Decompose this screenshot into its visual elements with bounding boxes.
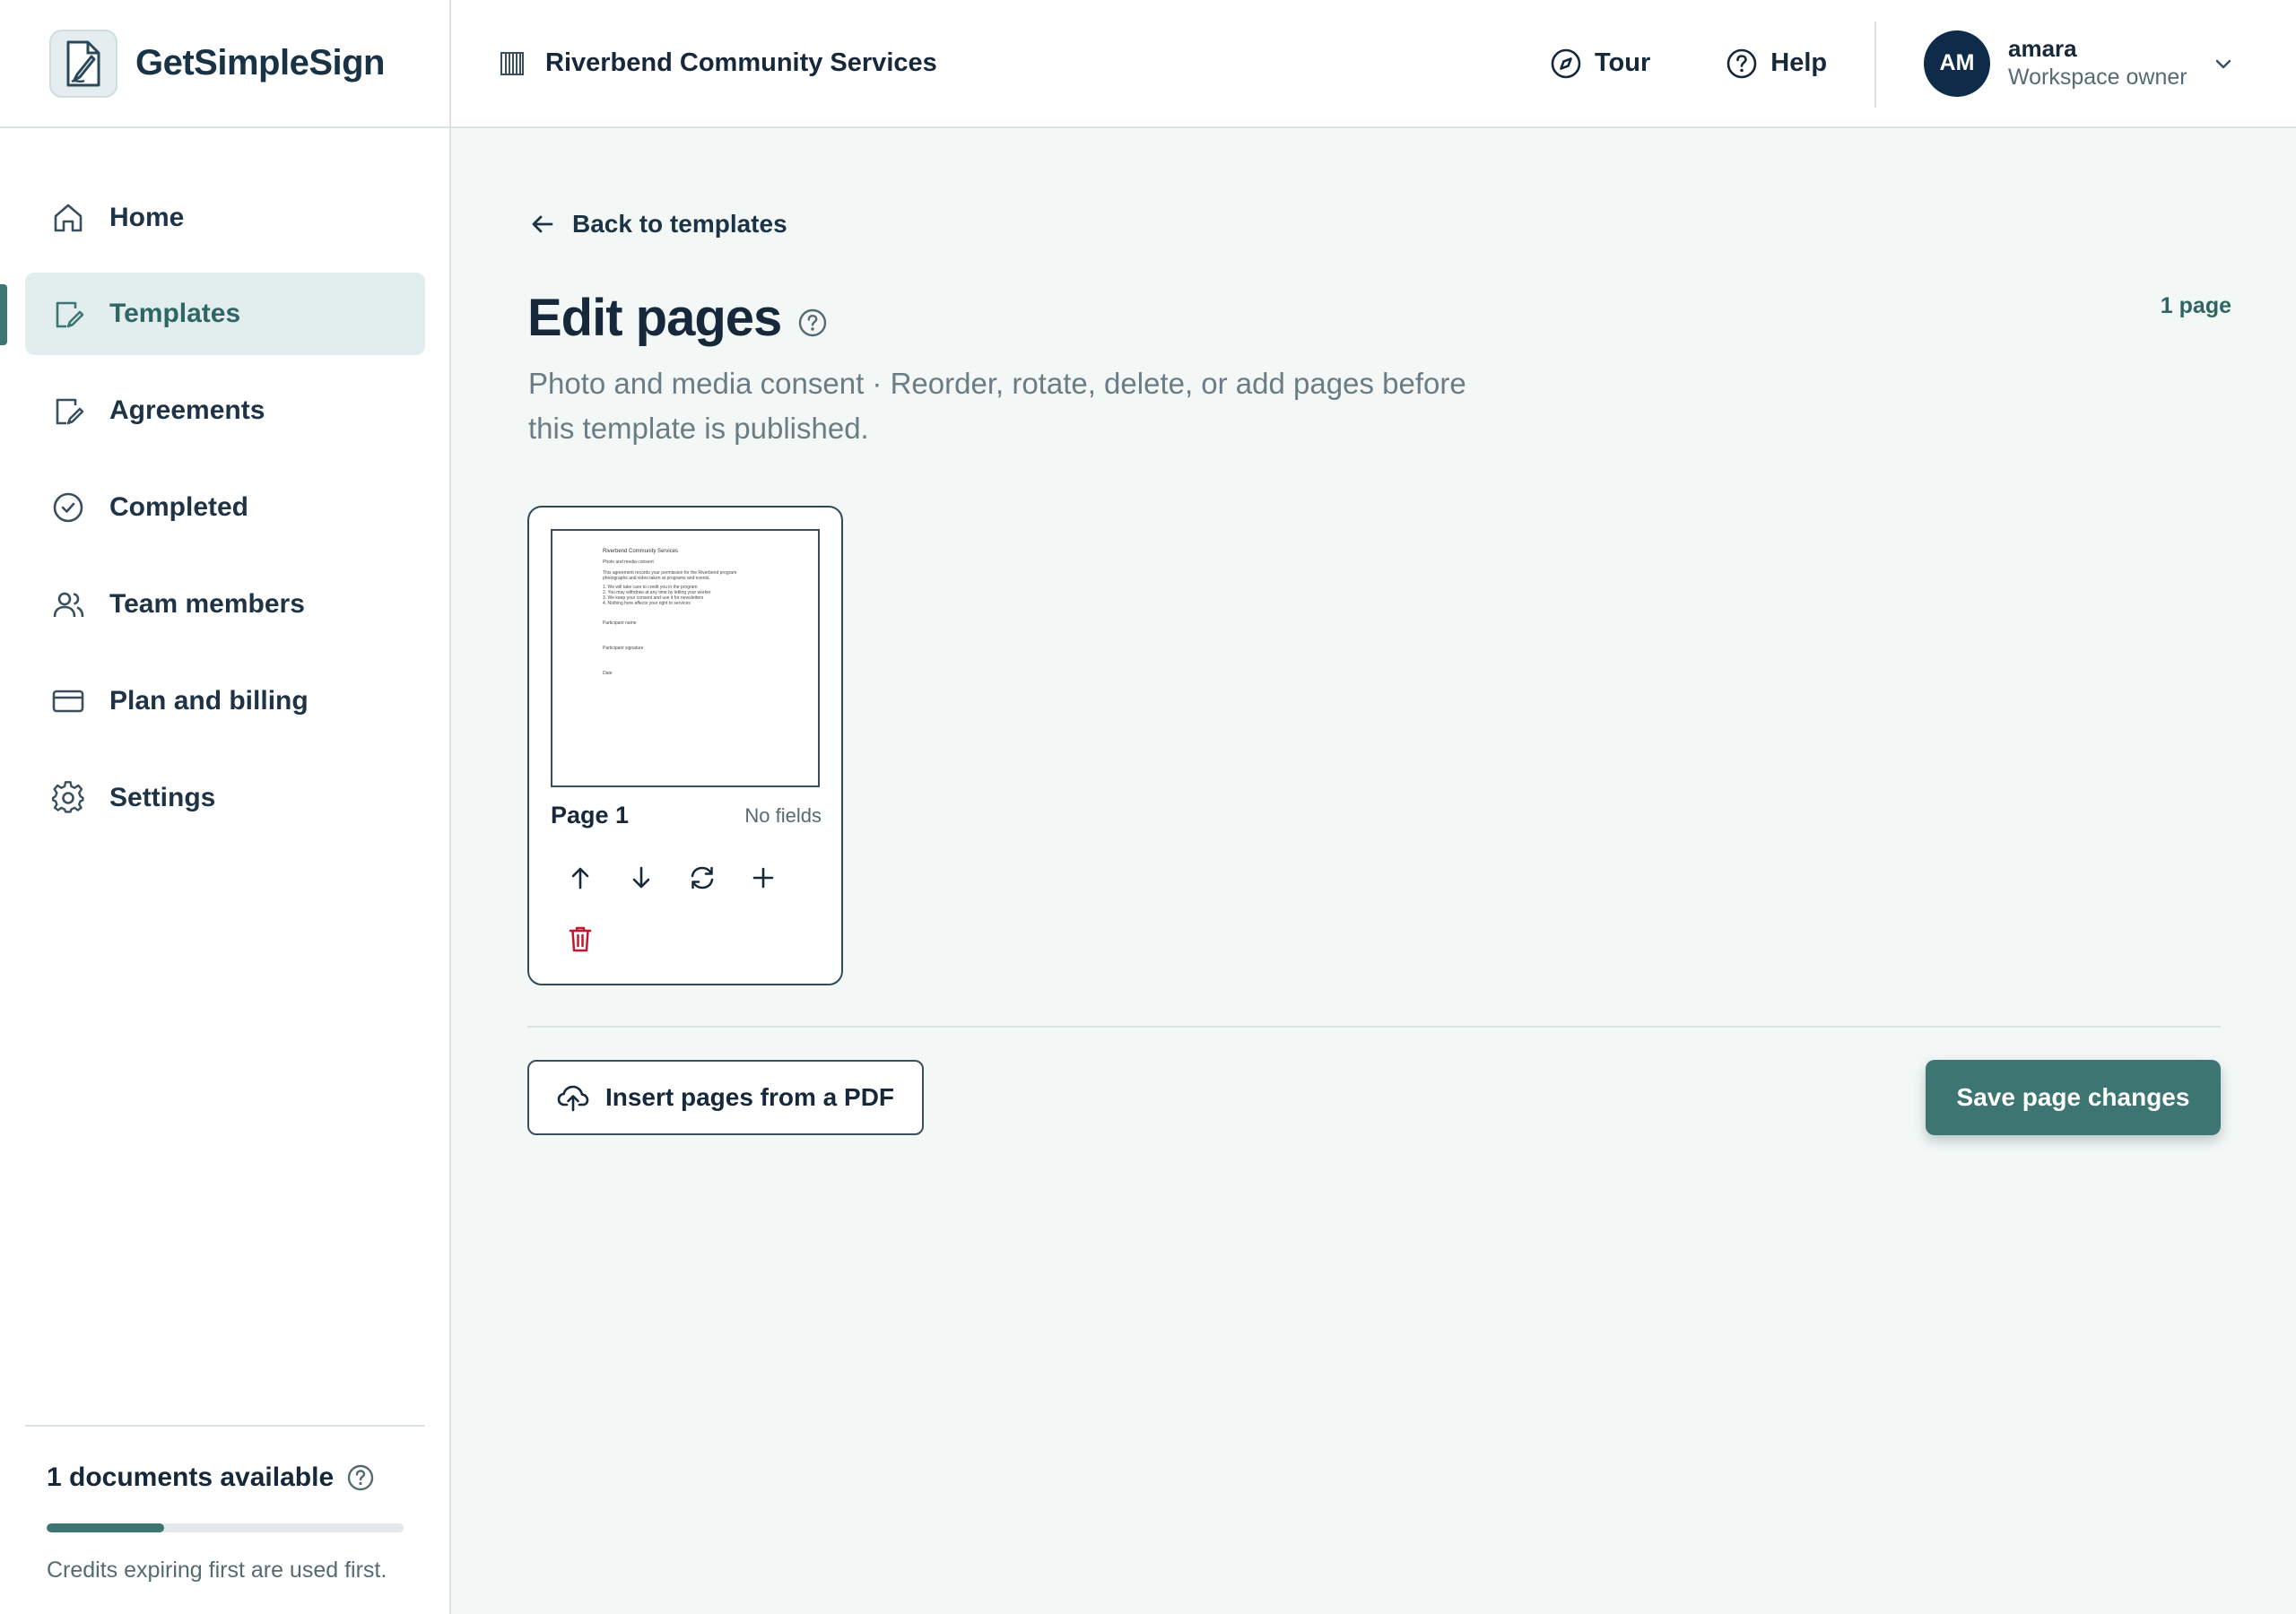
credits-title: 1 documents available xyxy=(47,1462,335,1492)
sidebar-item-label: Templates xyxy=(109,299,241,328)
move-page-down-button[interactable] xyxy=(612,848,671,907)
title-row: Edit pages xyxy=(527,288,828,348)
brand-name: GetSimpleSign xyxy=(135,43,386,82)
thumbnail-text: 4. Nothing here affects your right to se… xyxy=(603,601,691,606)
user-role: Workspace owner xyxy=(2008,64,2187,90)
thumbnail-field-label: Participant signature xyxy=(603,646,644,651)
sidebar-item-settings[interactable]: Settings xyxy=(25,757,425,839)
help-button[interactable]: Help xyxy=(1726,48,1827,80)
top-header: GetSimpleSign Riverbend Community Servic… xyxy=(0,0,2296,128)
sidebar-item-label: Plan and billing xyxy=(109,686,309,716)
move-page-up-button[interactable] xyxy=(551,848,610,907)
credits-progress-bar xyxy=(47,1523,404,1532)
sidebar-item-label: Team members xyxy=(109,589,305,619)
chevron-down-icon xyxy=(2215,59,2231,68)
back-label: Back to templates xyxy=(572,210,787,238)
add-page-button[interactable] xyxy=(734,848,793,907)
thumbnail-subheading: Photo and media consent xyxy=(603,560,654,565)
organization-switcher[interactable]: Riverbend Community Services xyxy=(499,0,937,126)
question-circle-icon xyxy=(1726,48,1757,78)
agreement-icon xyxy=(56,398,84,425)
sidebar-item-plan-and-billing[interactable]: Plan and billing xyxy=(25,660,425,742)
thumbnail-text: photographs and video taken at programs … xyxy=(603,576,710,581)
check-circle-icon xyxy=(53,492,83,523)
page-count: 1 page xyxy=(2160,293,2231,318)
question-circle-icon[interactable] xyxy=(346,1463,375,1492)
tour-button[interactable]: Tour xyxy=(1550,48,1650,80)
sidebar-item-agreements[interactable]: Agreements xyxy=(25,369,425,452)
arrow-down-icon xyxy=(632,866,650,889)
insert-pages-from-pdf-button[interactable]: Insert pages from a PDF xyxy=(527,1060,924,1135)
home-icon xyxy=(54,204,83,232)
sidebar-item-label: Home xyxy=(109,203,185,232)
thumbnail-field-label: Participant name xyxy=(603,620,637,626)
back-to-templates-link[interactable]: Back to templates xyxy=(529,210,787,239)
plus-icon xyxy=(752,867,774,889)
thumbnail-heading: Riverbend Community Services xyxy=(603,549,679,554)
sidebar-item-templates[interactable]: Templates xyxy=(25,273,425,355)
brand[interactable]: GetSimpleSign xyxy=(0,0,451,126)
arrow-up-icon xyxy=(571,867,589,889)
save-page-changes-button[interactable]: Save page changes xyxy=(1926,1060,2221,1135)
page-card-footer: Page 1 No fields xyxy=(551,802,822,829)
thumbnail-field-label: Date xyxy=(603,671,613,676)
rotate-icon xyxy=(691,866,714,889)
header-divider xyxy=(1874,22,1876,108)
building-icon xyxy=(500,51,524,75)
help-label: Help xyxy=(1770,48,1828,77)
sidebar-item-home[interactable]: Home xyxy=(25,177,425,259)
insert-pages-label: Insert pages from a PDF xyxy=(604,1083,895,1111)
page-title: Edit pages xyxy=(527,289,782,347)
page-fields-count: No fields xyxy=(744,803,822,827)
section-divider xyxy=(527,1026,2221,1028)
compass-icon xyxy=(1551,48,1581,78)
rotate-page-button[interactable] xyxy=(673,848,732,907)
cloud-upload-icon xyxy=(557,1085,589,1112)
user-name: amara xyxy=(2008,34,2077,62)
active-nav-indicator xyxy=(0,284,7,345)
avatar: AM xyxy=(1924,30,1990,97)
page-subtitle: Photo and media consent · Reorder, rotat… xyxy=(528,367,1466,445)
page-card[interactable]: Riverbend Community Services Photo and m… xyxy=(527,506,843,985)
delete-page-button[interactable] xyxy=(551,909,610,968)
user-menu[interactable]: AM amara Workspace owner xyxy=(1924,0,2234,126)
sidebar-item-completed[interactable]: Completed xyxy=(25,466,425,549)
trash-icon xyxy=(569,926,592,952)
page-actions xyxy=(551,848,795,907)
main-content: Back to templates Edit pages 1 page Phot… xyxy=(453,128,2296,1614)
sidebar-item-team-members[interactable]: Team members xyxy=(25,563,425,646)
organization-name: Riverbend Community Services xyxy=(545,48,937,77)
credit-card-icon xyxy=(52,690,84,713)
gear-icon xyxy=(52,781,84,813)
sidebar-item-label: Completed xyxy=(109,492,249,522)
sidebar-item-label: Agreements xyxy=(109,395,265,425)
header-actions: Tour Help xyxy=(1550,0,1827,126)
question-circle-icon[interactable] xyxy=(797,308,828,338)
tour-label: Tour xyxy=(1595,48,1651,77)
arrow-left-icon xyxy=(532,215,553,233)
page-label: Page 1 xyxy=(551,802,630,829)
brand-logo-icon xyxy=(49,29,117,98)
page-thumbnail[interactable]: Riverbend Community Services Photo and m… xyxy=(551,529,820,787)
users-icon xyxy=(53,592,84,618)
credits-progress-fill xyxy=(47,1523,165,1532)
credits-panel: 1 documents available Credits expiring f… xyxy=(25,1425,425,1584)
template-edit-icon xyxy=(56,301,84,328)
sidebar: Home Templates Agreements Completed Team… xyxy=(0,128,451,1614)
sidebar-item-label: Settings xyxy=(109,783,216,812)
credits-note: Credits expiring first are used first. xyxy=(47,1558,387,1583)
